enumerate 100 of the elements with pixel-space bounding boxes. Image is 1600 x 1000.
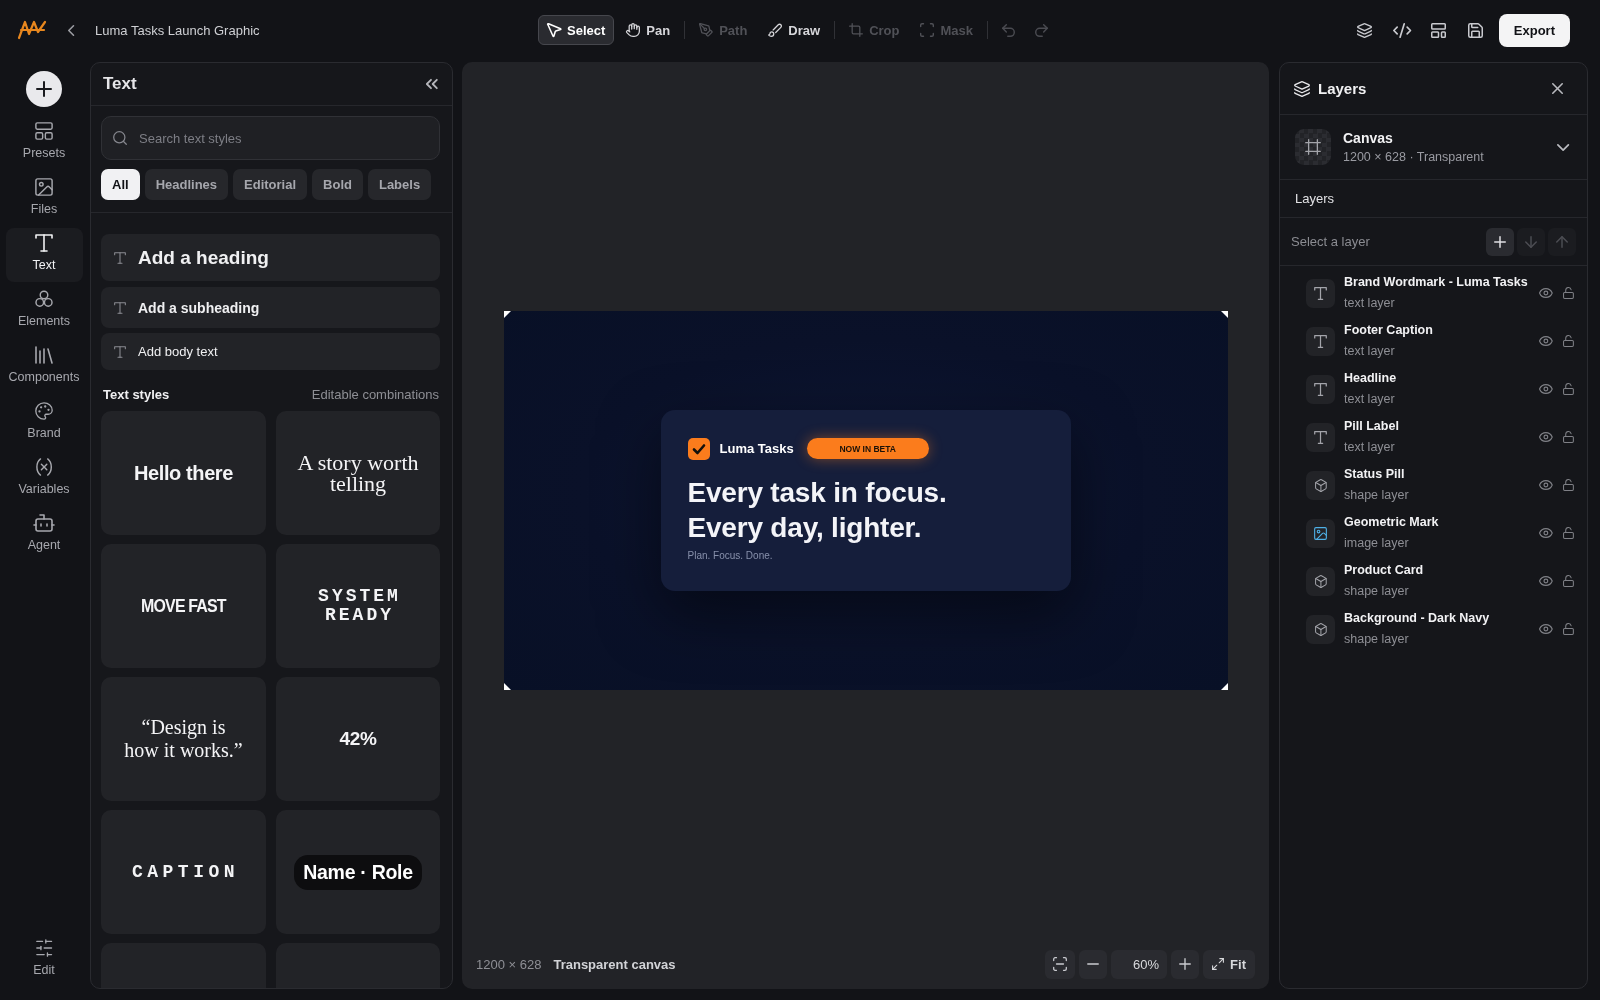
open-padlock-icon[interactable]: [1563, 431, 1574, 443]
layer-name[interactable]: Brand Wordmark - Luma Tasks: [1344, 274, 1528, 291]
eye-icon[interactable]: [1539, 384, 1554, 394]
sidebar-item[interactable]: Variables: [5, 452, 83, 506]
eye-icon[interactable]: [1539, 528, 1554, 538]
letter-t-icon: [35, 234, 53, 252]
layer-name[interactable]: Background - Dark Navy: [1344, 610, 1490, 627]
plus-icon: [36, 81, 52, 97]
open-padlock-icon[interactable]: [1563, 383, 1574, 395]
hand-icon: [626, 23, 641, 37]
filter-tab[interactable]: Labels: [367, 169, 432, 200]
filter-tab[interactable]: Headlines: [144, 169, 229, 200]
sidebar-item[interactable]: Agent: [5, 508, 83, 562]
image-icon: [35, 178, 53, 196]
zoom-in-button[interactable]: [1171, 949, 1200, 979]
robot-icon: [34, 514, 54, 532]
letter-t-icon: [1306, 422, 1335, 452]
eye-icon[interactable]: [1539, 288, 1554, 298]
sidebar-item[interactable]: Edit: [5, 933, 83, 987]
search-field[interactable]: Search text styles: [101, 116, 440, 160]
layer-name[interactable]: Footer Caption: [1344, 322, 1433, 339]
layer-name[interactable]: Headline: [1344, 370, 1397, 387]
tool-button[interactable]: Select: [538, 15, 615, 45]
open-padlock-icon[interactable]: [1563, 575, 1574, 587]
arrow-down-icon: [1525, 235, 1537, 248]
sidebar-item[interactable]: Brand: [5, 396, 83, 450]
filter-tab[interactable]: Editorial: [233, 169, 308, 200]
export-button[interactable]: Export: [1498, 13, 1570, 47]
text-style-card[interactable]: SYSTEM READY: [276, 544, 440, 668]
layer-name[interactable]: Pill Label: [1344, 418, 1399, 435]
cube-icon: [1306, 566, 1335, 596]
open-padlock-icon[interactable]: [1563, 287, 1574, 299]
chevron-left-icon: [67, 24, 75, 36]
section-label: Layers: [1295, 191, 1335, 206]
sliders-icon: [35, 939, 53, 957]
text-style-card[interactable]: “Design is how it works.”: [101, 677, 266, 801]
layer-type: shape layer: [1344, 631, 1409, 648]
fit-button[interactable]: Fit: [1203, 949, 1255, 979]
open-padlock-icon[interactable]: [1563, 623, 1574, 635]
text-style-card[interactable]: 42%: [276, 677, 440, 801]
add-layer-button[interactable]: [1486, 227, 1514, 256]
collapse-button[interactable]: [424, 76, 440, 92]
filter-tab[interactable]: Bold: [312, 169, 363, 200]
open-padlock-icon[interactable]: [1563, 527, 1574, 539]
corner-handle[interactable]: [503, 311, 511, 318]
layout-icon: [35, 122, 53, 140]
corner-handle[interactable]: [1220, 311, 1228, 318]
filter-tab[interactable]: All: [101, 169, 140, 200]
cube-icon: [1306, 470, 1335, 500]
sidebar-item[interactable]: Components: [5, 340, 83, 394]
tool-button[interactable]: Draw: [759, 15, 830, 45]
text-style-card[interactable]: Hello there: [101, 411, 266, 535]
zoom-level-field[interactable]: 60%: [1111, 949, 1168, 979]
add-button[interactable]: [26, 71, 62, 107]
cursor-icon: [547, 23, 561, 37]
layer-name[interactable]: Product Card: [1344, 562, 1424, 579]
eye-icon[interactable]: [1539, 576, 1554, 586]
section-hint: Editable combinations: [311, 386, 439, 402]
close-icon: [1551, 83, 1563, 94]
layer-name[interactable]: Geometric Mark: [1344, 514, 1439, 531]
text-style-card[interactable]: A story worth telling: [276, 411, 440, 535]
letter-t-icon: [1306, 326, 1335, 356]
image-icon: [1306, 518, 1335, 548]
eye-icon[interactable]: [1539, 624, 1554, 634]
text-style-card[interactable]: MOVE FAST: [101, 544, 266, 668]
layers-icon: [1294, 80, 1310, 97]
canvas-size-label: 1200 × 628: [476, 956, 542, 972]
letter-t-icon: [114, 345, 126, 358]
name-role-pill: Name · Role: [294, 854, 422, 890]
corner-handle[interactable]: [1220, 683, 1228, 690]
eye-icon[interactable]: [1539, 336, 1554, 346]
text-style-card[interactable]: Name · Role: [276, 810, 440, 934]
eye-icon[interactable]: [1539, 480, 1554, 490]
sidebar-item[interactable]: Text: [5, 228, 83, 282]
headline: Every task in focus. Every day, lighter.: [687, 476, 948, 545]
layer-type: text layer: [1344, 343, 1395, 360]
check-logo-icon: [687, 437, 710, 460]
canvas-name[interactable]: Canvas: [1343, 129, 1393, 147]
layer-type: image layer: [1344, 535, 1409, 552]
layer-type: shape layer: [1344, 583, 1409, 600]
open-padlock-icon[interactable]: [1563, 479, 1574, 491]
zoom-out-button[interactable]: [1079, 949, 1108, 979]
corner-handle[interactable]: [503, 683, 511, 690]
open-padlock-icon[interactable]: [1563, 335, 1574, 347]
document-title: Luma Tasks Launch Graphic: [95, 22, 260, 38]
variable-icon: [35, 458, 53, 476]
sidebar-item[interactable]: Files: [5, 172, 83, 226]
add-text-button[interactable]: Add body text: [101, 333, 440, 370]
add-text-button[interactable]: Add a subheading: [101, 287, 440, 328]
add-text-button[interactable]: Add a heading: [101, 234, 440, 281]
layer-name[interactable]: Status Pill: [1344, 466, 1405, 483]
chevron-down-icon[interactable]: [1556, 143, 1569, 151]
sidebar-item[interactable]: Elements: [5, 284, 83, 338]
text-style-card[interactable]: CAPTION: [101, 810, 266, 934]
fit-to-screen-button[interactable]: [1045, 949, 1076, 979]
undo-icon: [1001, 23, 1015, 37]
letter-t-icon: [114, 251, 126, 264]
tool-button[interactable]: Pan: [617, 15, 680, 45]
eye-icon[interactable]: [1539, 432, 1554, 442]
sidebar-item[interactable]: Presets: [5, 116, 83, 170]
